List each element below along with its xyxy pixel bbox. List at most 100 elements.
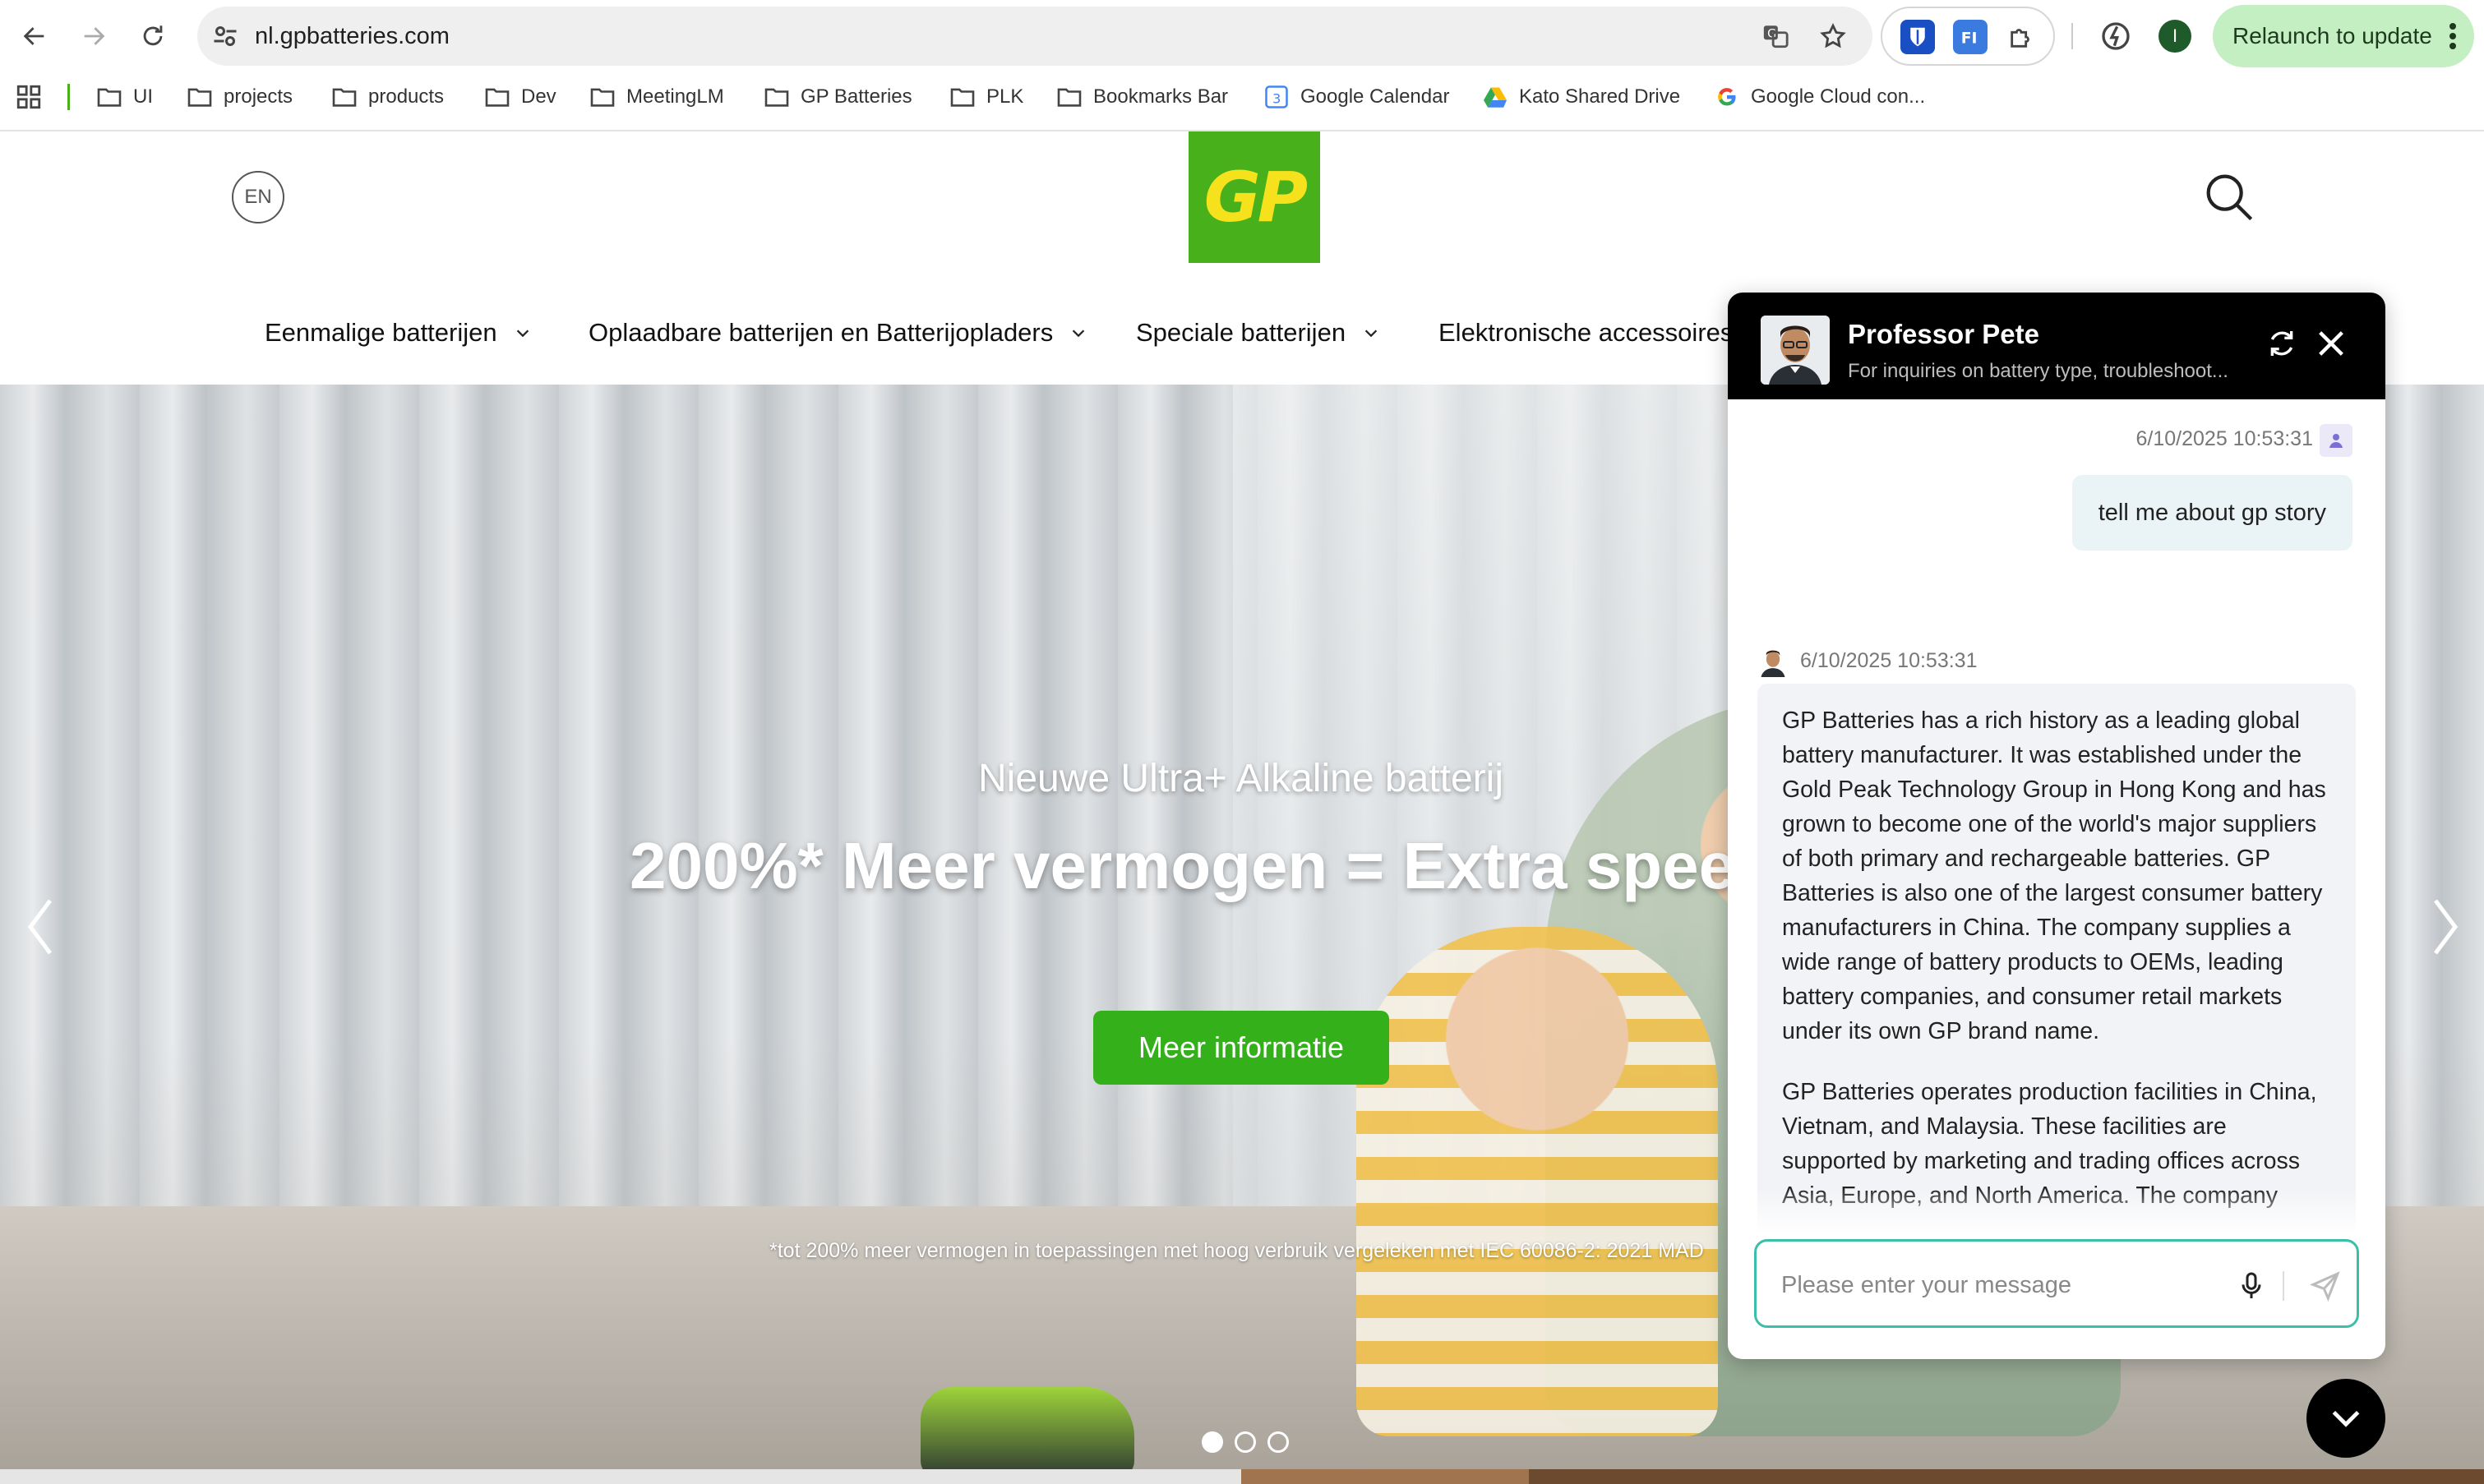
close-icon[interactable] bbox=[2315, 327, 2348, 360]
logo-text: GP bbox=[1203, 157, 1308, 237]
bot-mini-avatar bbox=[1757, 646, 1789, 677]
bookmark-label: UI bbox=[133, 85, 153, 108]
scroll-fade bbox=[1728, 1188, 2385, 1234]
folder-icon bbox=[949, 85, 977, 109]
nav-item-special-batteries[interactable]: Speciale batterijen bbox=[1136, 304, 1380, 362]
reload-button[interactable] bbox=[130, 13, 176, 59]
bookmarks-divider bbox=[67, 84, 70, 110]
chevron-right-icon[interactable] bbox=[2425, 894, 2466, 960]
puzzle-icon[interactable] bbox=[2004, 20, 2038, 54]
bookmark-folder[interactable]: GP Batteries bbox=[763, 79, 912, 115]
bookmark-label: GP Batteries bbox=[801, 85, 912, 108]
nav-item-label: Oplaadbare batterijen en Batterijoplader… bbox=[589, 318, 1054, 347]
input-divider bbox=[2283, 1271, 2284, 1301]
carousel-dot-1[interactable] bbox=[1202, 1431, 1223, 1453]
relaunch-label: Relaunch to update bbox=[2232, 23, 2432, 48]
folder-icon bbox=[95, 85, 123, 109]
bookmark-link[interactable]: Kato Shared Drive bbox=[1481, 79, 1680, 115]
more-info-button[interactable]: Meer informatie bbox=[1093, 1011, 1389, 1085]
bookmark-label: MeetingLM bbox=[626, 85, 724, 108]
chat-bot-description: For inquiries on battery type, troublesh… bbox=[1848, 360, 2228, 382]
bookmark-folder[interactable]: UI bbox=[95, 79, 153, 115]
url-text[interactable]: nl.gpbatteries.com bbox=[255, 23, 450, 50]
nav-item-single-use-batteries[interactable]: Eenmalige batterijen bbox=[265, 304, 532, 362]
folder-icon bbox=[330, 85, 358, 109]
bookmark-label: projects bbox=[224, 85, 293, 108]
bookmark-folder[interactable]: products bbox=[330, 79, 444, 115]
translate-icon[interactable]: G bbox=[1759, 20, 1792, 53]
performance-icon[interactable] bbox=[2099, 20, 2132, 53]
bookmark-label: Google Calendar bbox=[1300, 85, 1450, 108]
bookmark-folder[interactable]: PLK bbox=[949, 79, 1023, 115]
bot-avatar bbox=[1761, 316, 1830, 385]
collapse-chat-button[interactable] bbox=[2306, 1379, 2385, 1458]
site-settings-icon[interactable] bbox=[210, 21, 240, 51]
arrow-right-icon bbox=[84, 27, 105, 45]
back-button[interactable] bbox=[12, 13, 58, 59]
bitwarden-icon[interactable] bbox=[1900, 20, 1935, 54]
chevron-down-icon bbox=[1073, 330, 1085, 338]
carousel-dot-3[interactable] bbox=[1267, 1431, 1289, 1453]
menu-dots-icon bbox=[2449, 23, 2456, 49]
bookmark-link[interactable]: Google Cloud con... bbox=[1713, 79, 1925, 115]
message-input[interactable] bbox=[1781, 1265, 2225, 1306]
search-icon[interactable] bbox=[2203, 171, 2255, 224]
hero-photo-child bbox=[1356, 927, 1718, 1436]
chat-input-box[interactable] bbox=[1754, 1239, 2359, 1328]
chat-widget: Professor Pete For inquiries on battery … bbox=[1728, 293, 2385, 1359]
nav-item-electronic-accessories[interactable]: Elektronische accessoires bbox=[1438, 304, 1733, 362]
folder-icon bbox=[483, 85, 511, 109]
nav-item-label: Elektronische accessoires bbox=[1438, 318, 1734, 347]
apps-grid-icon[interactable] bbox=[15, 79, 43, 115]
hero-photo-toy-car bbox=[921, 1387, 1134, 1469]
extensions-group: FI bbox=[1881, 7, 2055, 66]
relaunch-button[interactable]: Relaunch to update bbox=[2213, 5, 2474, 67]
carousel-dot-2[interactable] bbox=[1235, 1431, 1256, 1453]
user-icon bbox=[2320, 424, 2352, 457]
bookmark-label: Bookmarks Bar bbox=[1093, 85, 1229, 108]
bookmark-link[interactable]: 3 Google Calendar bbox=[1263, 79, 1449, 115]
bookmark-label: PLK bbox=[986, 85, 1024, 108]
nav-item-label: Eenmalige batterijen bbox=[265, 318, 497, 347]
bookmark-label: Google Cloud con... bbox=[1751, 85, 1926, 108]
chevron-down-icon bbox=[516, 330, 529, 338]
next-section-preview bbox=[0, 1469, 2484, 1484]
hero-footnote: *tot 200% meer vermogen in toepassingen … bbox=[769, 1239, 1704, 1262]
bookmark-folder[interactable]: MeetingLM bbox=[589, 79, 724, 115]
profile-avatar[interactable]: I bbox=[2158, 20, 2191, 53]
star-icon[interactable] bbox=[1817, 20, 1849, 53]
calendar-day: 3 bbox=[1272, 91, 1281, 107]
fi-extension-icon[interactable]: FI bbox=[1953, 20, 1988, 54]
bot-message-paragraph: GP Batteries has a rich history as a lea… bbox=[1782, 707, 2326, 1044]
microphone-icon[interactable] bbox=[2235, 1268, 2268, 1304]
google-icon bbox=[1713, 85, 1741, 109]
chevron-down-icon bbox=[1364, 330, 1378, 338]
language-switcher[interactable]: EN bbox=[232, 171, 284, 224]
chat-header: Professor Pete For inquiries on battery … bbox=[1728, 293, 2385, 399]
bookmark-folder[interactable]: projects bbox=[186, 79, 293, 115]
refresh-icon[interactable] bbox=[2265, 327, 2298, 360]
bookmark-label: Dev bbox=[521, 85, 556, 108]
forward-button[interactable] bbox=[71, 13, 117, 59]
address-bar[interactable]: nl.gpbatteries.com G bbox=[197, 7, 1872, 66]
folder-icon bbox=[1055, 85, 1083, 109]
nav-item-rechargeable-batteries[interactable]: Oplaadbare batterijen en Batterijoplader… bbox=[589, 304, 1087, 362]
user-message: tell me about gp story bbox=[2071, 475, 2352, 551]
google-calendar-icon: 3 bbox=[1263, 85, 1290, 109]
svg-text:G: G bbox=[1767, 27, 1776, 40]
bookmark-folder[interactable]: Dev bbox=[483, 79, 556, 115]
nav-item-label: Speciale batterijen bbox=[1136, 318, 1346, 347]
folder-icon bbox=[186, 85, 214, 109]
send-icon[interactable] bbox=[2309, 1270, 2342, 1302]
arrow-left-icon bbox=[23, 27, 44, 45]
google-drive-icon bbox=[1481, 85, 1509, 109]
gp-logo[interactable]: GP bbox=[1189, 131, 1320, 263]
reload-icon bbox=[143, 25, 163, 46]
bookmarks-bar: UI projects products Dev MeetingLM GP Ba… bbox=[0, 79, 2484, 115]
chevron-left-icon[interactable] bbox=[20, 894, 61, 960]
svg-text:FI: FI bbox=[1961, 30, 1978, 48]
bookmark-folder[interactable]: Bookmarks Bar bbox=[1055, 79, 1228, 115]
chat-messages[interactable]: 6/10/2025 10:53:31 tell me about gp stor… bbox=[1728, 399, 2385, 1234]
bookmark-label: Kato Shared Drive bbox=[1519, 85, 1681, 108]
browser-chrome: nl.gpbatteries.com G FI I Relaunch to up… bbox=[0, 0, 2484, 131]
